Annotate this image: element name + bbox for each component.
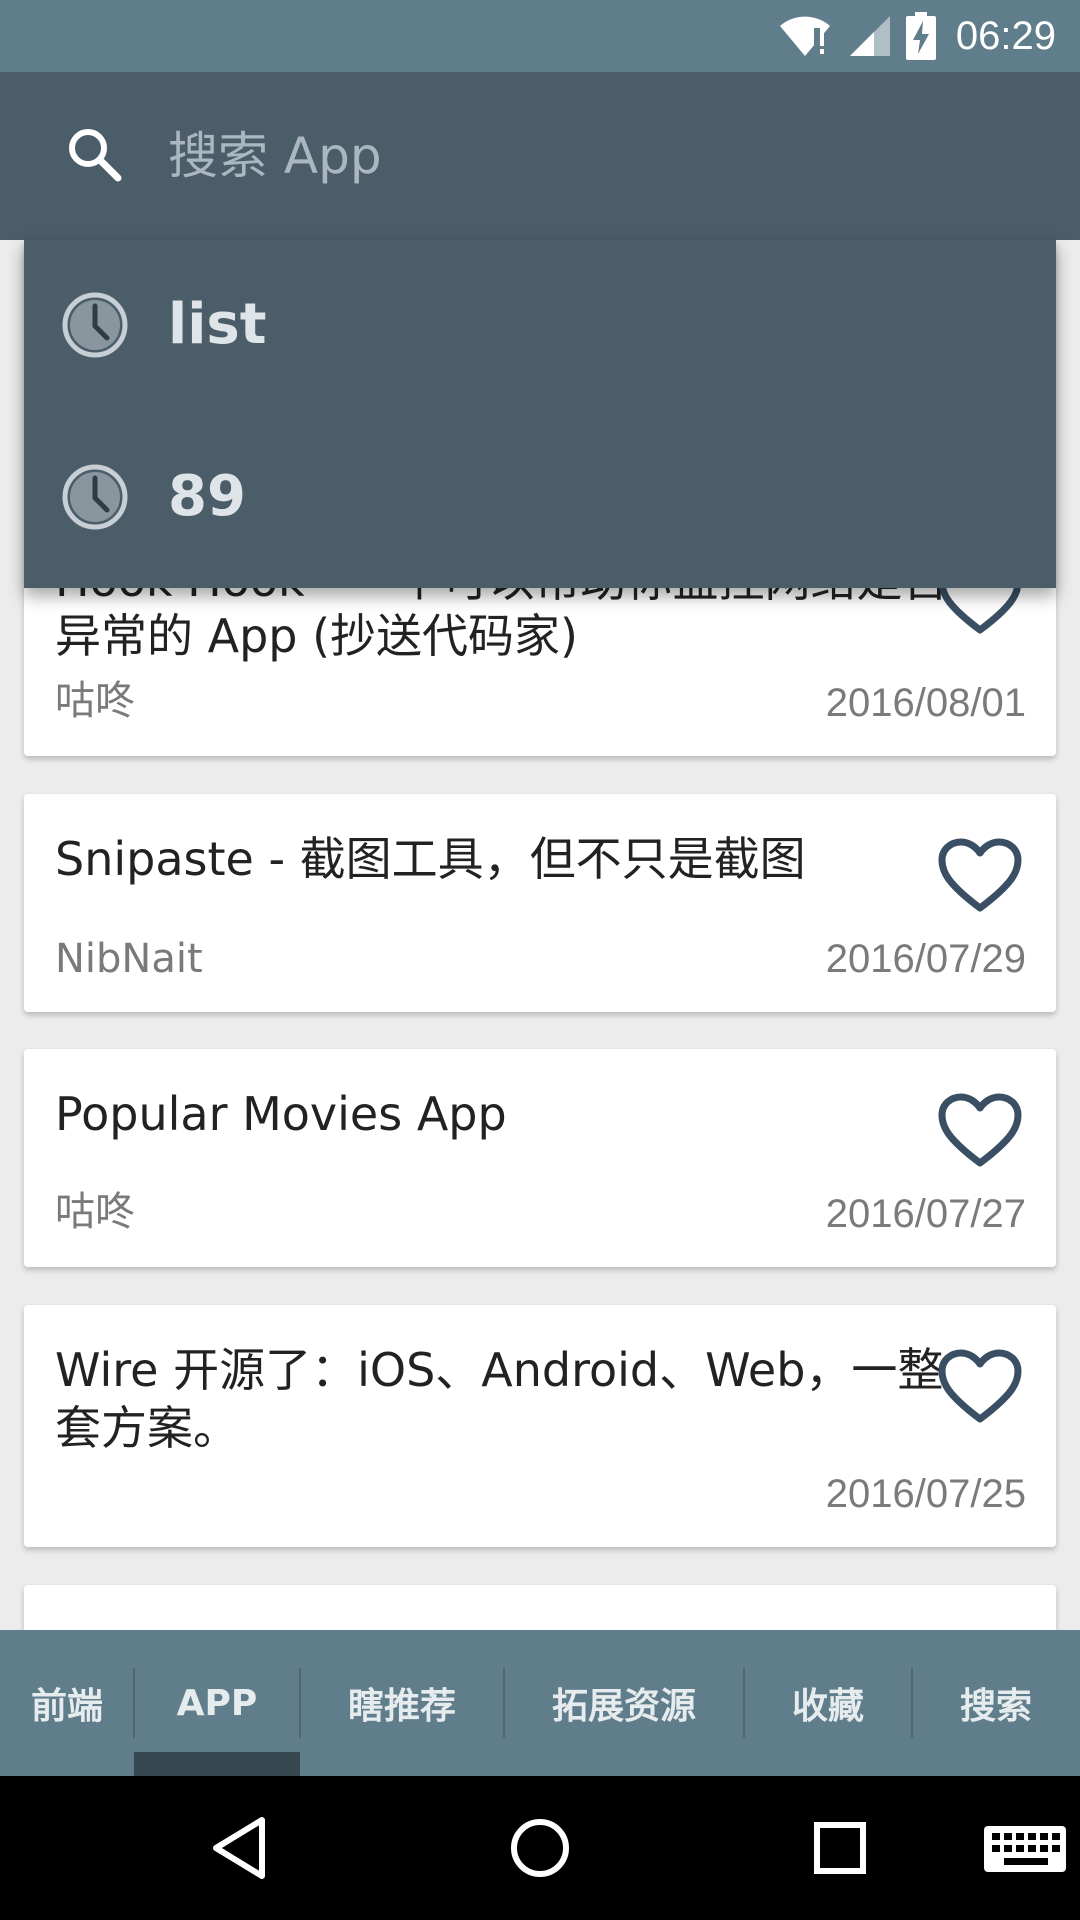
card-date: 2016/07/27 (825, 1192, 1026, 1236)
card-date: 2016/07/29 (825, 937, 1026, 981)
suggestion-item[interactable]: 89 (24, 412, 1056, 582)
suggestion-item[interactable]: list (24, 240, 1056, 410)
heart-outline-icon[interactable] (938, 1093, 1022, 1169)
card-author: NibNait (55, 936, 203, 982)
status-bar: 06:29 (0, 0, 1080, 72)
wifi-icon (779, 16, 830, 56)
heart-outline-icon[interactable] (938, 838, 1022, 914)
status-time: 06:29 (955, 13, 1056, 58)
tab-recommend[interactable]: 瞎推荐 (300, 1630, 504, 1776)
selected-tab-indicator (134, 1752, 300, 1776)
keyboard-icon[interactable] (980, 1808, 1070, 1888)
list-item[interactable] (24, 1585, 1056, 1630)
list-item[interactable]: Wire 开源了：iOS、Android、Web，一整套方案。 2016/07/… (24, 1305, 1056, 1547)
tab-frontend[interactable]: 前端 (0, 1630, 134, 1776)
search-suggestions: list 89 (24, 240, 1056, 588)
search-icon[interactable] (64, 124, 124, 184)
card-date: 2016/07/25 (825, 1472, 1026, 1516)
list-item[interactable]: Popular Movies App 咕咚 2016/07/27 (24, 1049, 1056, 1267)
history-clock-icon (62, 464, 128, 530)
card-author: 咕咚 (55, 678, 135, 724)
card-title: Wire 开源了：iOS、Android、Web，一整套方案。 (55, 1343, 944, 1455)
card-title: Popular Movies App (55, 1087, 507, 1141)
tab-resources[interactable]: 拓展资源 (504, 1630, 744, 1776)
tab-search[interactable]: 搜索 (912, 1630, 1080, 1776)
history-clock-icon (62, 292, 128, 358)
back-icon[interactable] (200, 1808, 280, 1888)
signal-icon (849, 16, 890, 56)
status-icons: 06:29 (776, 0, 1056, 72)
recents-icon[interactable] (800, 1808, 880, 1888)
card-title-line: 异常的 App (抄送代码家) (55, 609, 579, 663)
category-tab-bar: 前端 APP 瞎推荐 拓展资源 收藏 搜索 (0, 1630, 1080, 1776)
suggestion-text: list (168, 292, 267, 357)
card-author: 咕咚 (55, 1189, 135, 1235)
search-input[interactable] (168, 112, 1028, 200)
list-item[interactable]: Snipaste - 截图工具，但不只是截图 NibNait 2016/07/2… (24, 794, 1056, 1012)
home-icon[interactable] (500, 1808, 580, 1888)
card-date: 2016/08/01 (825, 681, 1026, 725)
suggestion-text: 89 (168, 464, 246, 529)
heart-outline-icon[interactable] (938, 1349, 1022, 1425)
battery-charging-icon (905, 12, 936, 60)
search-bar (0, 72, 1080, 240)
navigation-bar (0, 1776, 1080, 1920)
card-title: Snipaste - 截图工具，但不只是截图 (55, 832, 806, 886)
tab-favorites[interactable]: 收藏 (744, 1630, 912, 1776)
